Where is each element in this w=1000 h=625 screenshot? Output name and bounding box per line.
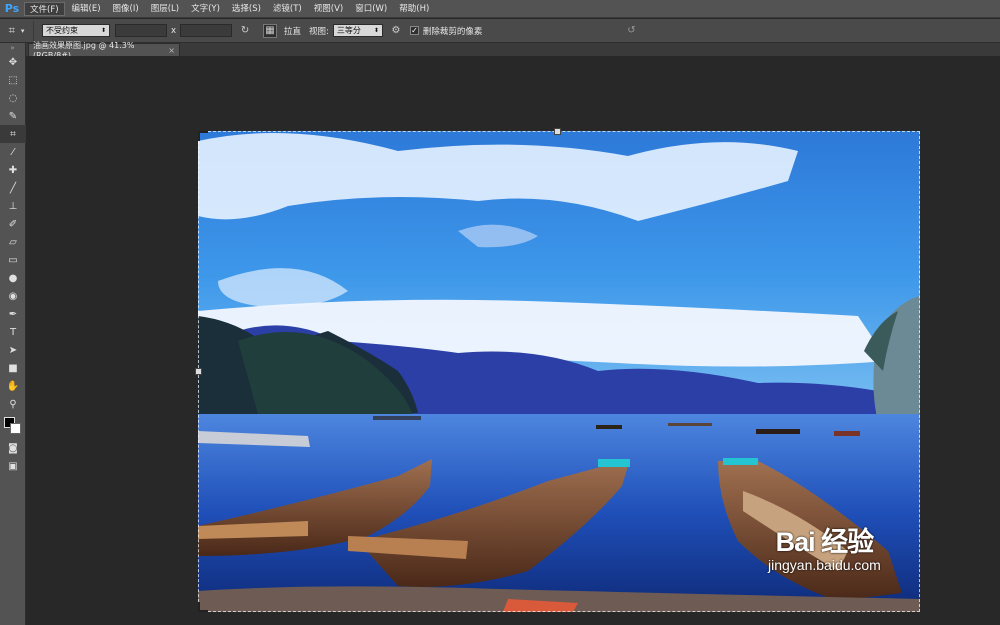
gradient-tool[interactable]: ▭ [0,251,26,269]
shape-icon: ■ [8,362,18,374]
select-arrows-icon: ⬍ [373,27,379,34]
crop-handle-left[interactable] [195,368,202,375]
clone-stamp-icon: ⊥ [8,200,18,212]
move-icon: ✥ [8,56,18,68]
marquee-tool[interactable]: ⬚ [0,71,26,89]
screen-mode-tool[interactable]: ▣ [0,457,26,475]
document-tab-bar: 油画效果原图.jpg @ 41.3%(RGB/8#) × [26,41,1000,60]
document-tab[interactable]: 油画效果原图.jpg @ 41.3%(RGB/8#) × [28,41,180,60]
chevron-down-icon: ▾ [20,26,25,35]
eyedropper-tool[interactable]: ⁄ [0,143,26,161]
ratio-separator: x [171,25,177,36]
menu-select[interactable]: 选择(S) [227,2,266,16]
crop-corner-top-left[interactable] [198,131,208,141]
path-select-icon: ➤ [8,344,18,356]
select-arrows-icon: ⬍ [100,27,106,34]
blur-tool[interactable]: ● [0,269,26,287]
menu-file[interactable]: 文件(F) [24,1,65,16]
zoom-tool[interactable]: ⚲ [0,395,26,413]
ratio-select[interactable]: 不受约束 ⬍ [42,24,110,37]
shape-tool[interactable]: ■ [0,359,26,377]
view-select[interactable]: 三等分 ⬍ [332,24,383,37]
lasso-tool[interactable]: ◌ [0,89,26,107]
reset-icon[interactable]: ↺ [624,24,638,38]
crop-corner-bottom-left[interactable] [198,602,208,612]
color-swatches [0,413,26,439]
delete-cropped-checkbox[interactable]: ✓ [409,26,419,35]
healing-brush-icon: ✚ [8,164,18,176]
menu-layer[interactable]: 图层(L) [146,2,184,16]
menu-image[interactable]: 图像(I) [108,2,144,16]
ratio-height-input[interactable] [180,24,233,37]
pen-tool[interactable]: ✒ [0,305,26,323]
blur-icon: ● [8,272,18,284]
menu-bar: Ps 文件(F) 编辑(E) 图像(I) 图层(L) 文字(Y) 选择(S) 滤… [0,0,1000,18]
menu-filter[interactable]: 滤镜(T) [268,2,307,16]
marquee-icon: ⬚ [8,74,18,86]
watermark-url: jingyan.baidu.com [768,557,881,573]
straighten-icon[interactable]: ▦ [263,23,278,38]
menu-type[interactable]: 文字(Y) [186,2,225,16]
menu-edit[interactable]: 编辑(E) [67,2,106,16]
ratio-select-value: 不受约束 [46,26,78,35]
quick-select-tool[interactable]: ✎ [0,107,26,125]
menu-view[interactable]: 视图(V) [309,2,348,16]
quick-mask-tool[interactable]: ◙ [0,439,26,457]
dodge-icon: ◉ [8,290,18,302]
screen-mode-icon: ▣ [8,460,18,472]
watermark-logo: Bai 经验 [775,527,875,557]
ratio-width-input[interactable] [115,24,167,37]
quick-mask-icon: ◙ [8,442,18,454]
tool-preset-picker[interactable]: ⌗ ▾ [0,20,34,41]
tools-panel: » ✥ ⬚ ◌ ✎ ⌗ ⁄ ✚ ╱ ⊥ ✐ ▱ ▭ ● ◉ ✒ T ➤ ■ ✋ ⚲ ◙ ▣ [0,43,26,625]
view-select-value: 三等分 [336,26,361,35]
crop-handle-top[interactable] [554,128,561,135]
type-tool[interactable]: T [0,323,26,341]
clone-stamp-tool[interactable]: ⊥ [0,197,26,215]
move-tool[interactable]: ✥ [0,53,26,71]
hand-icon: ✋ [6,380,20,392]
eyedropper-icon: ⁄ [12,146,14,158]
delete-cropped-label: 删除裁剪的像素 [422,26,483,37]
straighten-label[interactable]: 拉直 [284,25,301,37]
photoshop-logo: Ps [4,2,20,15]
path-select-tool[interactable]: ➤ [0,341,26,359]
eraser-tool[interactable]: ▱ [0,233,26,251]
menu-window[interactable]: 窗口(W) [350,2,392,16]
pen-icon: ✒ [8,308,18,320]
history-brush-icon: ✐ [8,218,18,230]
history-brush-tool[interactable]: ✐ [0,215,26,233]
view-label: 视图: [309,26,329,37]
quick-select-icon: ✎ [8,110,18,122]
eraser-icon: ▱ [9,236,17,248]
crop-icon: ⌗ [8,23,15,37]
gear-icon[interactable]: ⚙ [389,24,403,38]
healing-brush-tool[interactable]: ✚ [0,161,26,179]
crop-tool[interactable]: ⌗ [0,125,26,143]
type-icon: T [9,326,17,338]
close-icon[interactable]: × [168,46,175,55]
background-color-swatch[interactable] [10,423,21,434]
crop-icon: ⌗ [10,128,16,140]
brush-icon: ╱ [9,182,17,194]
lasso-icon: ◌ [8,92,18,104]
menu-help[interactable]: 帮助(H) [394,2,434,16]
gradient-icon: ▭ [8,254,18,266]
hand-tool[interactable]: ✋ [0,377,26,395]
brush-tool[interactable]: ╱ [0,179,26,197]
zoom-icon: ⚲ [9,398,17,410]
panel-collapse-icon[interactable]: » [0,43,25,53]
swap-icon[interactable]: ↻ [238,24,252,38]
dodge-tool[interactable]: ◉ [0,287,26,305]
baidu-jingyan-watermark: Bai 经验 jingyan.baidu.com [768,520,881,573]
